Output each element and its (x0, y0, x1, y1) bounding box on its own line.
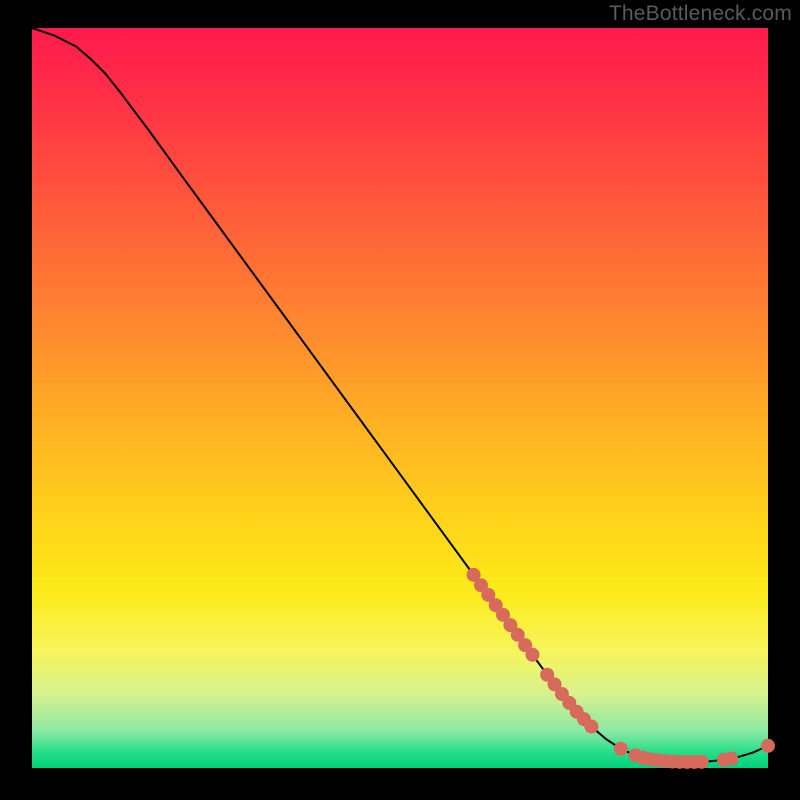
watermark-text: TheBottleneck.com (609, 2, 792, 26)
data-marker (695, 755, 709, 769)
plot-area (32, 28, 768, 768)
data-marker (614, 742, 628, 756)
chart-frame: TheBottleneck.com (0, 0, 800, 800)
data-marker (525, 648, 539, 662)
curve-line (32, 28, 768, 762)
data-marker (761, 739, 775, 753)
chart-svg (32, 28, 768, 768)
data-marker (724, 752, 738, 766)
data-marker (584, 720, 598, 734)
